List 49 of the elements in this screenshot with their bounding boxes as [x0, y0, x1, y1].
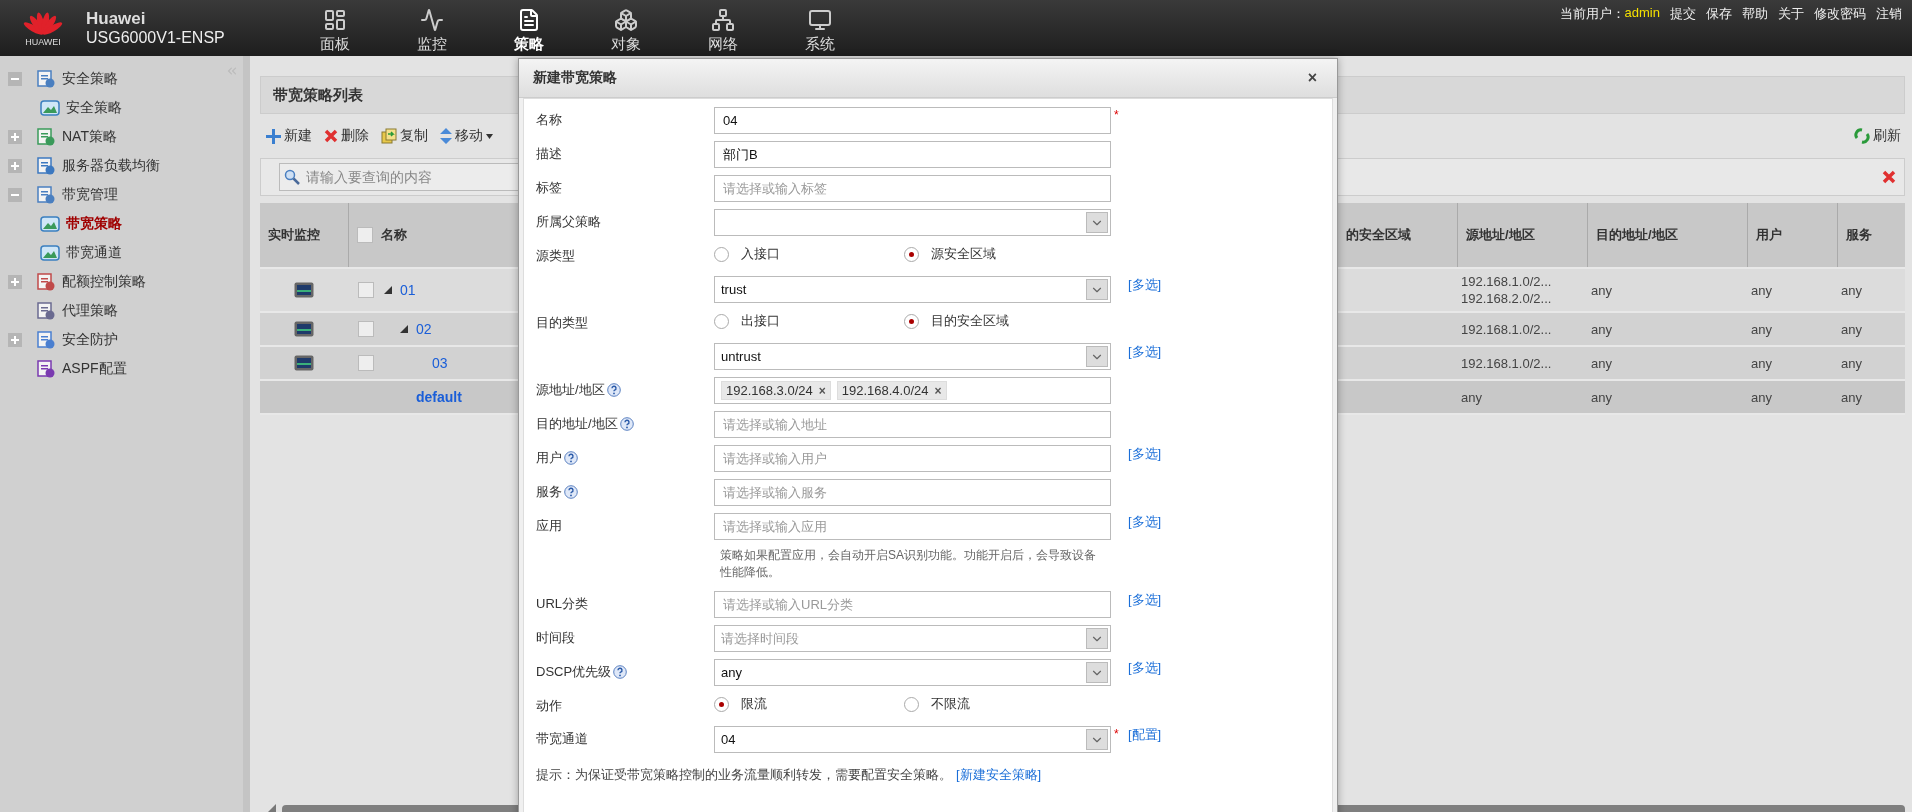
column-header: 的安全区域 [1346, 226, 1411, 244]
table-cell-text: any [1751, 354, 1773, 372]
table-cell-text: any [1841, 281, 1863, 299]
field-label: 目的类型 [536, 314, 588, 332]
table-cell-text: 192.168.1.0/2... [1461, 273, 1553, 290]
column-header: 服务 [1846, 226, 1872, 244]
note-text: 策略如果配置应用，会自动开启SA识别功能。功能开启后，会导致设备性能降低。 [719, 547, 1097, 581]
field-label: 服务 [536, 483, 562, 501]
field-label: DSCP优先级 [536, 663, 612, 681]
column-header: 源地址/地区 [1466, 226, 1535, 244]
hint-text: 提示：为保证受带宽策略控制的业务流量顺利转发，需要配置安全策略。 [536, 766, 952, 784]
column-header: 目的地址/地区 [1596, 226, 1678, 244]
field-label: 带宽通道 [536, 730, 588, 748]
table-cell-text: 192.168.1.0/2... [1461, 320, 1553, 338]
table-cell-text: any [1841, 320, 1863, 338]
table-cell-text: any [1751, 388, 1773, 406]
required-mark: * [1113, 726, 1119, 741]
table-cell-text: any [1751, 320, 1773, 338]
table-cell-text: 192.168.1.0/2... [1461, 354, 1553, 372]
table-cell-text: any [1591, 281, 1613, 299]
address-tag: 192.168.3.0/24 × [721, 381, 831, 400]
field-label: 时间段 [536, 629, 575, 647]
device-model: USG6000V1-ENSP [86, 29, 226, 47]
field-label: URL分类 [536, 595, 588, 613]
table-cell-text: any [1461, 388, 1483, 406]
field-label: 用户 [536, 449, 562, 467]
field-label: 应用 [536, 517, 562, 535]
field-label: 所属父策略 [536, 213, 601, 231]
field-label: 名称 [536, 111, 562, 129]
table-cell-text: any [1751, 281, 1773, 299]
user-name: admin [1624, 5, 1660, 20]
table-cell-text: any [1841, 388, 1863, 406]
field-label: 动作 [536, 697, 562, 715]
table-cell-text: 192.168.2.0/2... [1461, 290, 1553, 307]
column-header: 用户 [1756, 226, 1782, 244]
user-label: 当前用户： [1559, 5, 1625, 23]
table-cell-text: any [1841, 354, 1863, 372]
table-cell-text: any [1591, 320, 1613, 338]
field-label: 源地址/地区 [536, 381, 605, 399]
field-label: 源类型 [536, 247, 575, 265]
table-cell-text: any [1591, 354, 1613, 372]
brand-name: Huawei [86, 9, 147, 29]
logo-text: HUAWEI [25, 36, 61, 47]
address-tag: 192.168.4.0/24 × [836, 381, 947, 400]
table-cell-text: any [1591, 388, 1613, 406]
column-header: 实时监控 [268, 226, 320, 244]
column-header: 名称 [381, 226, 407, 244]
field-label: 描述 [536, 145, 562, 163]
field-label: 目的地址/地区 [536, 415, 618, 433]
